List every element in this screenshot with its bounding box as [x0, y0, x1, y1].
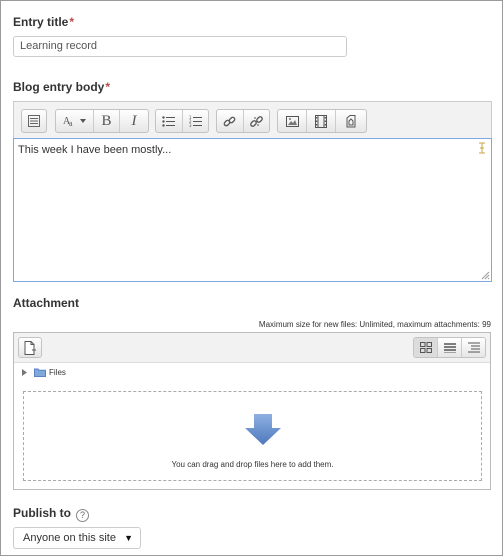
grid-view-icon — [419, 342, 432, 353]
required-mark: * — [105, 80, 111, 94]
required-mark: * — [69, 15, 75, 29]
file-manager: Files You can drag and drop files here t… — [13, 332, 491, 490]
link-icon[interactable] — [217, 110, 244, 132]
rich-text-editor: Aa B I 123 This week I have been mostly.… — [13, 101, 492, 282]
bold-icon[interactable]: B — [94, 110, 120, 132]
toolbar-group-3: 123 — [155, 109, 209, 133]
view-icons-button[interactable] — [414, 338, 438, 357]
toolbar-group-1 — [21, 109, 47, 133]
drop-arrow-icon — [245, 414, 281, 445]
publish-label-text: Publish to — [13, 506, 71, 520]
toolbar-group-4 — [216, 109, 270, 133]
body-text-area[interactable]: This week I have been mostly... — [13, 138, 492, 282]
body-label-text: Blog entry body — [13, 80, 105, 94]
font-style-icon[interactable]: Aa — [56, 110, 94, 132]
publish-label: Publish to? — [13, 506, 89, 522]
italic-icon[interactable]: I — [120, 110, 148, 132]
tree-view-icon — [467, 342, 480, 353]
body-content: This week I have been mostly... — [18, 144, 172, 156]
expand-arrow-icon — [22, 369, 27, 376]
drop-zone[interactable]: You can drag and drop files here to add … — [23, 391, 482, 481]
italic-glyph: I — [131, 112, 137, 129]
folder-path[interactable]: Files — [22, 368, 66, 377]
toolbar-toggle-icon[interactable] — [22, 110, 46, 132]
svg-text:a: a — [69, 119, 73, 128]
resize-handle-icon[interactable] — [481, 271, 490, 280]
svg-text:3: 3 — [189, 123, 192, 127]
attachment-limits: Maximum size for new files: Unlimited, m… — [258, 320, 491, 329]
list-view-icon — [443, 342, 456, 353]
editor-toolbar: Aa B I 123 — [13, 101, 492, 138]
folder-name: Files — [49, 368, 66, 377]
ordered-list-icon[interactable]: 123 — [183, 110, 209, 132]
folder-icon — [34, 368, 46, 377]
help-icon[interactable]: ? — [76, 509, 89, 522]
image-icon[interactable] — [278, 110, 307, 132]
add-file-icon — [24, 340, 36, 355]
publish-selected-value: Anyone on this site — [23, 532, 116, 544]
bold-glyph: B — [101, 112, 112, 129]
toolbar-group-2: Aa B I — [55, 109, 149, 133]
attachment-label: Attachment — [13, 296, 80, 310]
view-tree-button[interactable] — [462, 338, 485, 357]
drop-instructions: You can drag and drop files here to add … — [171, 460, 334, 469]
media-icon[interactable] — [307, 110, 336, 132]
add-file-button[interactable] — [18, 337, 42, 358]
unordered-list-icon[interactable] — [156, 110, 183, 132]
publish-select[interactable]: Anyone on this site ▼ — [13, 527, 141, 549]
dropdown-caret-icon: ▼ — [124, 533, 133, 543]
unlink-icon[interactable] — [244, 110, 270, 132]
entry-title-label: Entry title* — [13, 15, 74, 29]
entry-title-input[interactable]: Learning record — [13, 36, 347, 57]
text-cursor-icon — [479, 142, 485, 154]
view-mode-group — [413, 337, 486, 358]
view-list-button[interactable] — [438, 338, 462, 357]
file-manager-toolbar — [14, 333, 490, 363]
body-label: Blog entry body* — [13, 80, 110, 94]
manage-files-icon[interactable] — [336, 110, 366, 132]
entry-title-value: Learning record — [20, 40, 98, 52]
entry-title-label-text: Entry title — [13, 15, 69, 29]
toolbar-group-5 — [277, 109, 367, 133]
